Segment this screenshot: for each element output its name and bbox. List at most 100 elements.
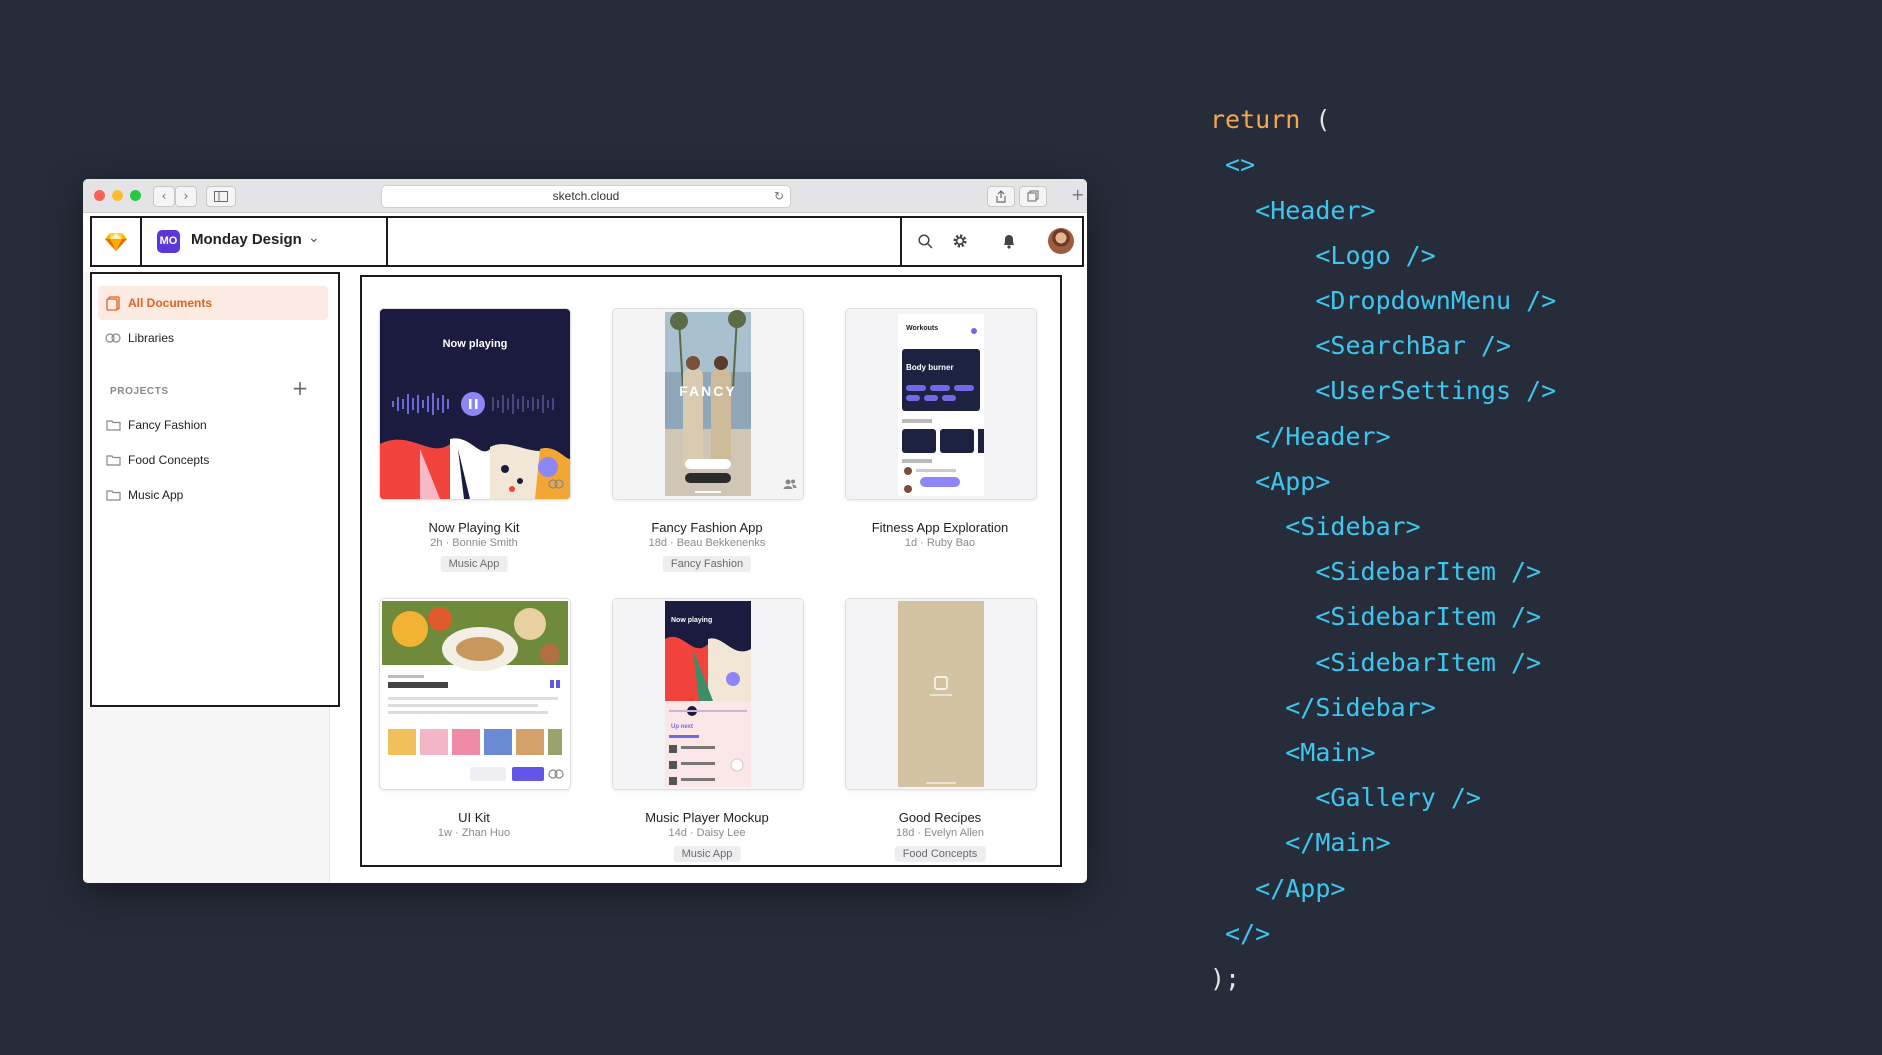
browser-window: ‹ › sketch.cloud ↻ + MO Monday Design ⌄ … [83,179,1087,883]
project-tag[interactable]: Fancy Fashion [662,556,752,572]
tabs-icon [1027,190,1039,202]
document-thumbnail[interactable]: Now playing Up next [612,598,804,790]
folder-icon [98,419,128,431]
close-window-button[interactable] [94,190,105,201]
folder-icon [98,489,128,501]
search-button[interactable] [914,230,936,252]
thumbnail-caption: Now playing [671,617,713,624]
thumbnail-subcaption: Up next [671,724,694,730]
sidebar: All Documents Libraries PROJECTS + Fancy… [90,272,340,707]
document-meta: 18d · Evelyn Allen [895,827,985,839]
code-line: <UserSettings /> [1210,376,1557,406]
app-header: MO Monday Design ⌄ [90,216,1084,267]
code-line: <DropdownMenu /> [1210,286,1557,316]
code-line: <> [1210,150,1256,180]
code-paren: ( [1315,105,1331,135]
document-meta: 18d · Beau Bekkenenks [648,537,766,549]
notifications-button[interactable] [998,230,1020,252]
chevron-down-icon: ⌄ [308,230,320,246]
workspace-dropdown[interactable]: MO Monday Design ⌄ [140,218,388,265]
thumbnail-caption: FANCY [679,383,737,399]
sidebar-toggle-button[interactable] [206,186,236,207]
code-line: <App> [1210,466,1331,496]
reload-icon[interactable]: ↻ [774,186,784,207]
document-thumbnail[interactable] [379,598,571,790]
share-icon [996,190,1006,203]
chevron-right-icon: › [183,189,189,203]
workspace-badge: MO [157,230,180,253]
project-tag[interactable]: Food Concepts [894,846,986,862]
code-line: <SidebarItem /> [1210,647,1542,677]
search-bar[interactable] [386,218,902,265]
projects-heading: PROJECTS [110,386,169,397]
document-title: Now Playing Kit [428,520,520,535]
document-meta: 2h · Bonnie Smith [430,537,518,549]
code-line: <Sidebar> [1210,512,1421,542]
code-line: <Main> [1210,738,1376,768]
document-meta: 1w · Zhan Huo [437,827,511,839]
project-label: Music App [128,488,184,502]
project-tag[interactable]: Music App [673,846,741,862]
gear-icon [953,234,967,248]
libraries-icon [98,332,128,344]
code-line-close: ); [1210,964,1241,994]
sidebar-toggle-icon [214,191,228,202]
folder-icon [98,454,128,466]
sidebar-item-all-documents[interactable]: All Documents [98,286,328,320]
logo[interactable] [92,218,142,265]
tabs-button[interactable] [1019,186,1047,207]
code-line: </App> [1210,873,1346,903]
sidebar-project-music-app[interactable]: Music App [98,478,328,512]
code-line: </> [1210,918,1271,948]
ui-kit-preview [380,599,570,789]
code-line: <SearchBar /> [1210,331,1512,361]
search-icon [917,233,933,249]
sketch-logo-icon [105,232,127,251]
bell-icon [1004,235,1014,249]
sidebar-item-label: Libraries [128,331,175,345]
thumbnail-caption: Workouts [906,325,939,332]
settings-button[interactable] [949,230,971,252]
library-link-icon [548,477,564,495]
plus-icon: + [291,376,309,400]
main-gallery: Now playing Now Playing Kit 2h · Bonnie … [360,275,1062,867]
document-thumbnail[interactable] [845,598,1037,790]
code-line: <Gallery /> [1210,783,1481,813]
project-tag[interactable]: Music App [440,556,508,572]
code-line: </Header> [1210,421,1391,451]
project-label: Food Concepts [128,453,210,467]
browser-titlebar: ‹ › sketch.cloud ↻ + [83,179,1087,213]
code-line: <Header> [1210,195,1376,225]
sidebar-project-fancy-fashion[interactable]: Fancy Fashion [98,408,328,442]
sidebar-item-libraries[interactable]: Libraries [98,321,328,355]
minimize-window-button[interactable] [112,190,123,201]
code-line: <SidebarItem /> [1210,602,1542,632]
project-label: Fancy Fashion [128,418,207,432]
new-tab-button[interactable]: + [1071,185,1084,204]
music-player-preview [613,599,803,789]
document-thumbnail[interactable]: Now playing [379,308,571,500]
document-title: Fitness App Exploration [871,520,1009,535]
fitness-preview [846,309,1036,499]
document-meta: 1d · Ruby Bao [904,537,976,549]
sidebar-project-food-concepts[interactable]: Food Concepts [98,443,328,477]
thumbnail-caption: Now playing [442,338,508,350]
code-line: </Sidebar> [1210,692,1436,722]
chevron-left-icon: ‹ [161,189,167,203]
sidebar-item-label: All Documents [128,296,213,310]
document-title: UI Kit [458,810,490,825]
fancy-fashion-preview [613,309,803,499]
good-recipes-preview [846,599,1036,789]
add-project-button[interactable]: + [288,376,312,400]
forward-button[interactable]: › [175,186,197,207]
document-title: Music Player Mockup [645,810,769,825]
document-thumbnail[interactable]: Workouts Body burner [845,308,1037,500]
maximize-window-button[interactable] [130,190,141,201]
user-settings [902,218,1082,265]
url-text: sketch.cloud [552,189,620,203]
back-button[interactable]: ‹ [153,186,175,207]
url-bar[interactable]: sketch.cloud ↻ [381,185,791,208]
user-avatar[interactable] [1048,228,1074,254]
document-thumbnail[interactable]: FANCY [612,308,804,500]
share-button[interactable] [987,186,1015,207]
